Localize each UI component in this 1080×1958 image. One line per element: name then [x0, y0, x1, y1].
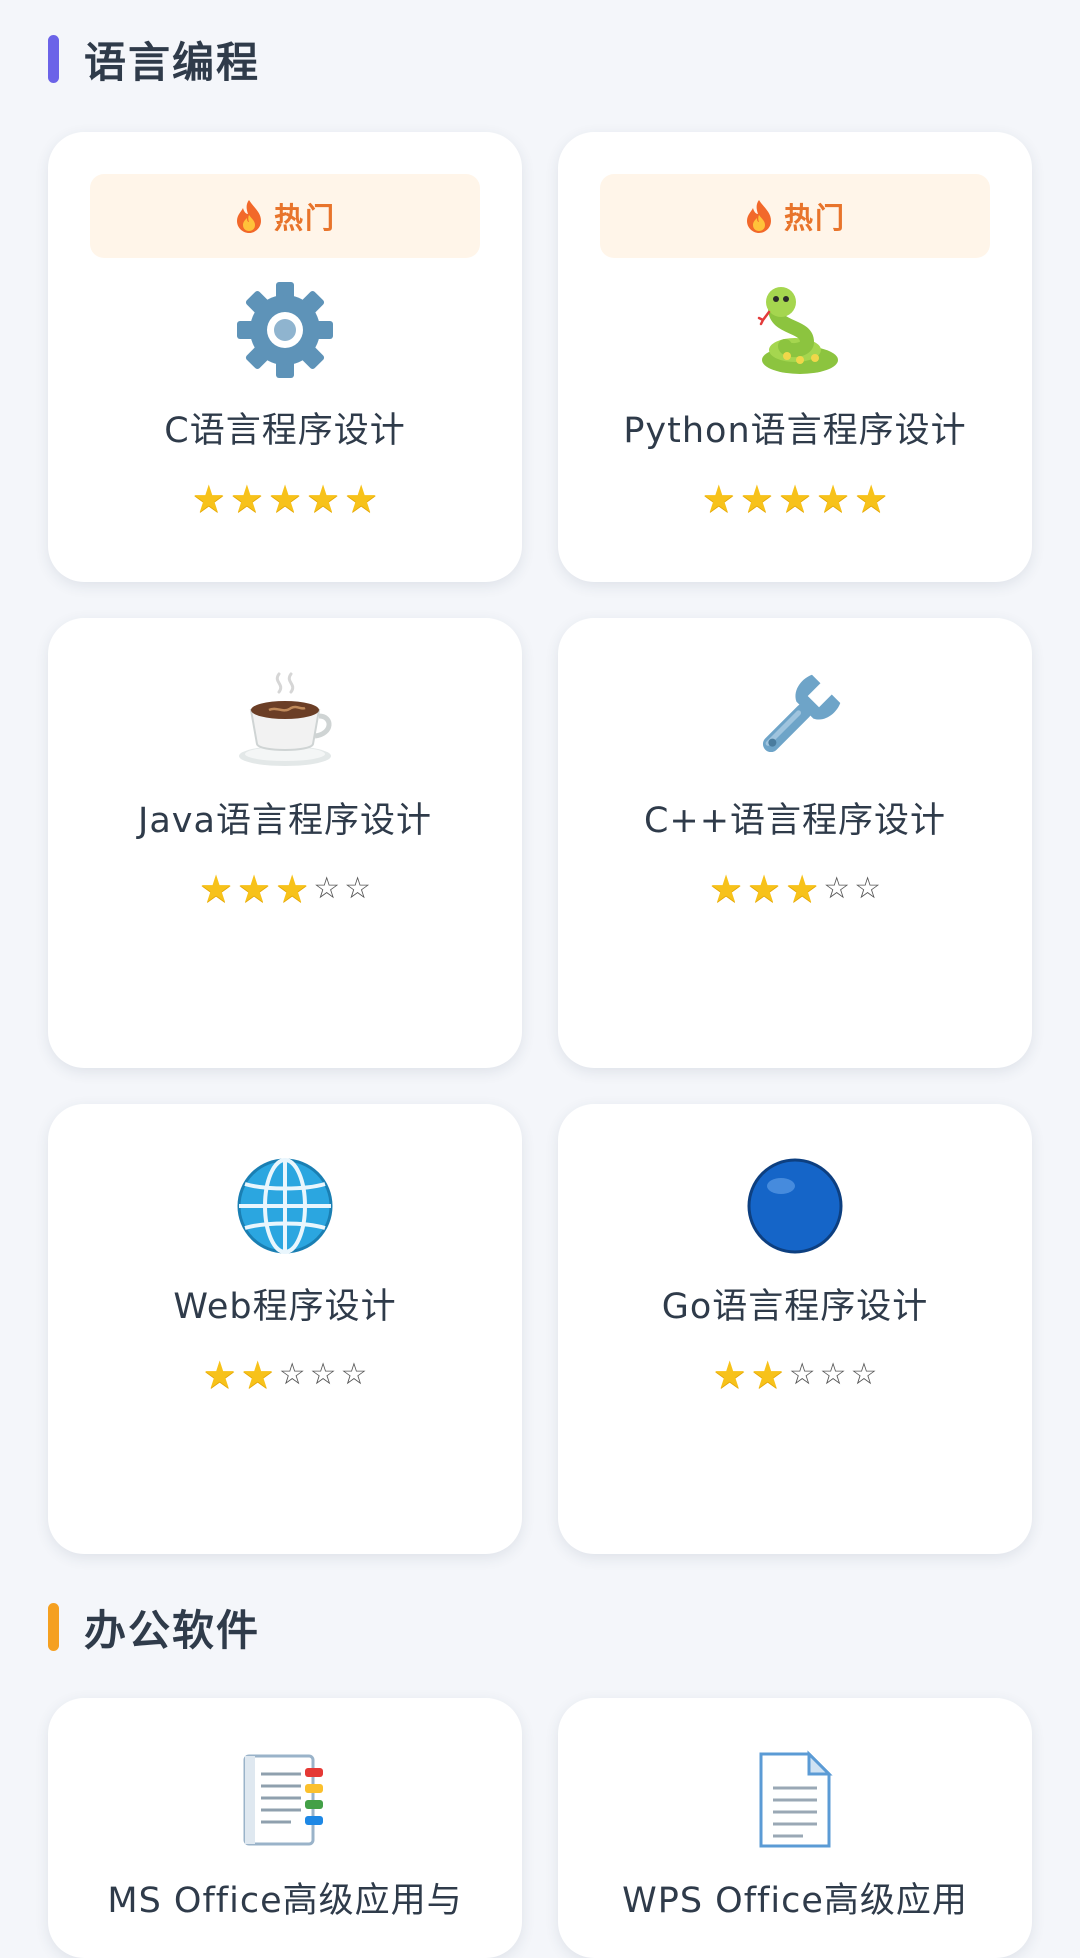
gear-icon — [237, 282, 333, 378]
star-filled-icon: ★ — [229, 477, 264, 521]
globe-icon — [237, 1158, 333, 1254]
star-empty-icon: ☆ — [313, 871, 341, 906]
star-filled-icon: ★ — [344, 477, 379, 521]
snake-icon — [757, 287, 838, 374]
star-filled-icon: ★ — [739, 477, 774, 521]
course-card-java[interactable]: Java语言程序设计 ★ ★ ★ ☆ ☆ — [48, 618, 522, 1068]
course-card-python[interactable]: 热门 Python语言程序设计 ★ ★ ★ ★ ★ — [558, 132, 1032, 582]
star-empty-icon: ☆ — [854, 871, 882, 906]
course-card-go[interactable]: Go语言程序设计 ★ ★ ☆ ☆ ☆ — [558, 1104, 1032, 1554]
star-filled-icon: ★ — [708, 867, 744, 911]
course-card-wps-office[interactable]: WPS Office高级应用 — [558, 1698, 1032, 1958]
star-filled-icon: ★ — [712, 1353, 747, 1397]
wrench-icon — [762, 674, 841, 753]
star-rating: ★ ★ ★ ★ ★ — [558, 480, 1032, 518]
star-rating: ★ ★ ☆ ☆ ☆ — [558, 1356, 1032, 1394]
hot-label: 热门 — [273, 201, 336, 235]
notebook-icon — [243, 1754, 323, 1846]
star-empty-icon: ☆ — [344, 871, 372, 906]
star-empty-icon: ☆ — [823, 871, 851, 906]
hot-badge: 热门 — [600, 174, 990, 258]
section-title: 语言编程 — [84, 37, 261, 87]
course-title: WPS Office高级应用 — [622, 1881, 968, 1921]
star-filled-icon: ★ — [240, 1353, 275, 1397]
star-filled-icon: ★ — [237, 867, 272, 911]
course-title: Java语言程序设计 — [138, 801, 432, 841]
section-title: 办公软件 — [84, 1605, 261, 1655]
star-rating: ★ ★ ☆ ☆ ☆ — [48, 1356, 522, 1394]
star-filled-icon: ★ — [777, 477, 813, 521]
course-card-ms-office[interactable]: MS Office高级应用与 — [48, 1698, 522, 1958]
star-empty-icon: ☆ — [278, 1357, 306, 1392]
section-accent-bar — [48, 1603, 59, 1651]
star-filled-icon: ★ — [275, 867, 310, 911]
star-filled-icon: ★ — [191, 477, 226, 521]
star-empty-icon: ☆ — [309, 1357, 337, 1392]
star-rating: ★ ★ ★ ☆ ☆ — [48, 870, 522, 908]
star-filled-icon: ★ — [816, 477, 851, 521]
hot-label: 热门 — [783, 201, 846, 235]
course-title: Web程序设计 — [173, 1287, 397, 1327]
star-filled-icon: ★ — [198, 867, 234, 911]
star-empty-icon: ☆ — [788, 1357, 816, 1392]
document-icon — [759, 1750, 833, 1848]
course-title: Python语言程序设计 — [623, 411, 967, 451]
star-filled-icon: ★ — [785, 867, 820, 911]
section-header-office: 办公软件 — [48, 1602, 260, 1655]
course-card-cpp[interactable]: C++语言程序设计 ★ ★ ★ ☆ ☆ — [558, 618, 1032, 1068]
star-rating: ★ ★ ★ ★ ★ — [48, 480, 522, 518]
star-filled-icon: ★ — [267, 477, 303, 521]
hot-badge: 热门 — [90, 174, 480, 258]
course-title: MS Office高级应用与 — [107, 1881, 463, 1921]
fire-icon — [236, 200, 261, 233]
course-title: C语言程序设计 — [164, 411, 406, 451]
coffee-icon — [239, 672, 332, 766]
star-empty-icon: ☆ — [819, 1357, 847, 1392]
star-filled-icon: ★ — [701, 477, 736, 521]
star-rating: ★ ★ ★ ☆ ☆ — [558, 870, 1032, 908]
star-filled-icon: ★ — [747, 867, 782, 911]
star-empty-icon: ☆ — [340, 1357, 368, 1392]
course-card-web[interactable]: Web程序设计 ★ ★ ☆ ☆ ☆ — [48, 1104, 522, 1554]
star-empty-icon: ☆ — [850, 1357, 878, 1392]
blue-circle-icon — [747, 1158, 843, 1254]
course-title: Go语言程序设计 — [661, 1287, 929, 1327]
star-filled-icon: ★ — [202, 1353, 237, 1397]
section-header-programming: 语言编程 — [48, 34, 260, 87]
star-filled-icon: ★ — [750, 1353, 785, 1397]
star-filled-icon: ★ — [306, 477, 341, 521]
fire-icon — [746, 200, 771, 233]
course-card-c[interactable]: 热门 C语言程序设计 ★ ★ ★ ★ ★ — [48, 132, 522, 582]
course-title: C++语言程序设计 — [643, 801, 947, 841]
section-accent-bar — [48, 35, 59, 83]
star-filled-icon: ★ — [854, 477, 889, 521]
